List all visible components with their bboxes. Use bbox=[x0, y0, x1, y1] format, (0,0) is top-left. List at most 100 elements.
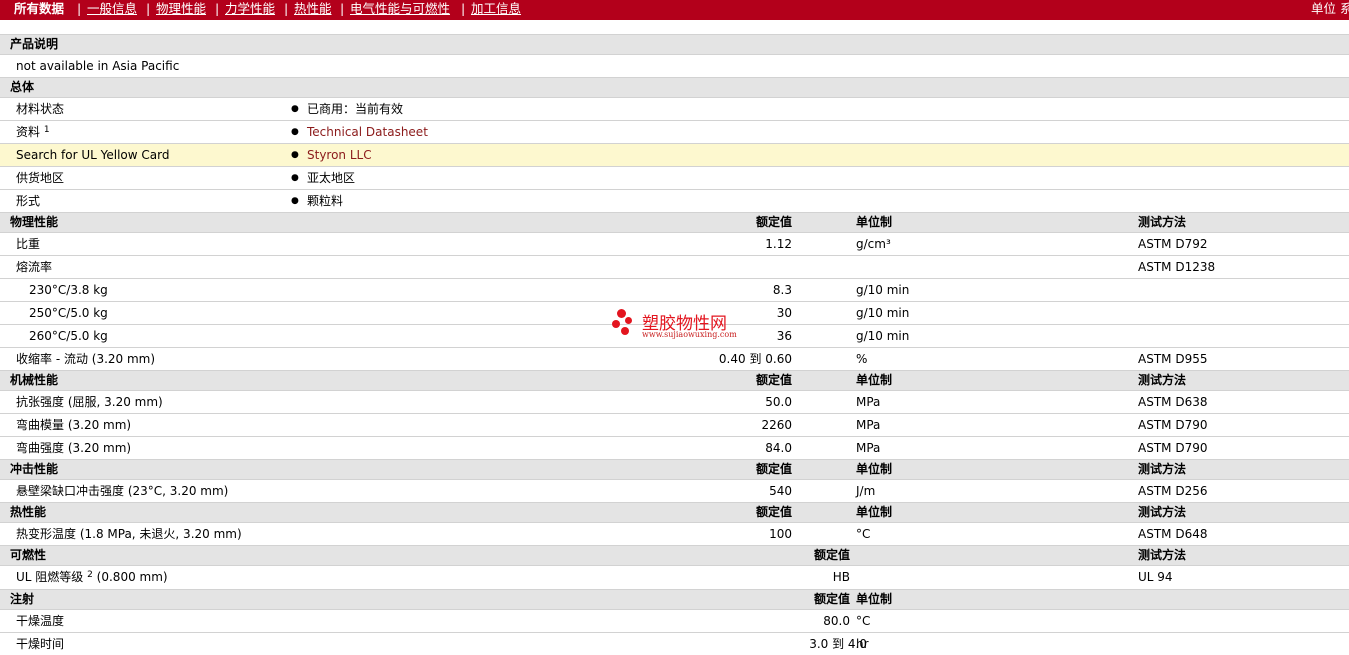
header-nominal: 额定值 bbox=[755, 505, 792, 519]
section-title: 可燃性 bbox=[10, 548, 47, 562]
logo-dot-icon bbox=[621, 327, 629, 335]
test-method: ASTM D638 bbox=[1138, 395, 1208, 409]
property-row: 悬壁梁缺口冲击强度 (23°C, 3.20 mm) 540 J/m ASTM D… bbox=[0, 479, 1349, 502]
property-row: 比重 1.12 g/cm³ ASTM D792 bbox=[0, 232, 1349, 255]
header-unit-system: 单位制 bbox=[856, 215, 893, 229]
tab-processing[interactable]: 加工信息 bbox=[471, 1, 521, 17]
tab-all-data[interactable]: 所有数据 bbox=[14, 1, 64, 17]
bullet-icon: ● bbox=[291, 196, 299, 206]
header-nominal: 额定值 bbox=[755, 462, 792, 476]
test-method: ASTM D790 bbox=[1138, 418, 1208, 432]
property-value: 30 bbox=[776, 306, 792, 320]
section-title: 热性能 bbox=[10, 505, 47, 519]
section-title: 机械性能 bbox=[10, 373, 59, 387]
property-label-text: UL 阻燃等级 bbox=[16, 570, 84, 584]
test-method: ASTM D1238 bbox=[1138, 260, 1216, 274]
test-method: ASTM D792 bbox=[1138, 237, 1208, 251]
general-row-highlighted: Search for UL Yellow Card ● Styron LLC bbox=[0, 143, 1349, 166]
tab-physical[interactable]: 物理性能 bbox=[156, 1, 206, 17]
property-value: 84.0 bbox=[765, 441, 792, 455]
property-unit: MPa bbox=[856, 395, 881, 409]
header-nominal: 额定值 bbox=[813, 592, 850, 606]
bullet-icon: ● bbox=[291, 150, 299, 160]
datasheet-table: 产品说明 not available in Asia Pacific 总体 材料… bbox=[0, 34, 1349, 655]
property-condition: 260°C/5.0 kg bbox=[29, 329, 108, 343]
property-condition: 230°C/3.8 kg bbox=[29, 283, 108, 297]
tab-separator: | bbox=[215, 1, 220, 16]
header-test-method: 测试方法 bbox=[1138, 215, 1187, 229]
footnote-marker: 1 bbox=[43, 125, 50, 135]
tab-mechanical[interactable]: 力学性能 bbox=[225, 1, 275, 17]
header-unit-system: 单位制 bbox=[856, 462, 893, 476]
footnote-marker: 2 bbox=[87, 570, 93, 580]
property-label: 供货地区 bbox=[16, 171, 65, 185]
property-label: 形式 bbox=[16, 194, 41, 208]
header-nominal: 额定值 bbox=[755, 373, 792, 387]
property-unit: °C bbox=[856, 614, 871, 628]
section-header-product-description: 产品说明 bbox=[0, 34, 1349, 54]
header-unit-system: 单位制 bbox=[856, 373, 893, 387]
property-row: 热变形温度 (1.8 MPa, 未退火, 3.20 mm) 100 °C AST… bbox=[0, 522, 1349, 545]
property-unit: % bbox=[856, 352, 868, 366]
property-label: 弯曲强度 (3.20 mm) bbox=[16, 441, 132, 455]
tab-separator: | bbox=[461, 1, 466, 16]
tab-separator: | bbox=[77, 1, 82, 16]
property-condition: (0.800 mm) bbox=[92, 570, 168, 584]
property-value: 颗粒料 bbox=[307, 194, 344, 208]
property-row: 熔流率 ASTM D1238 bbox=[0, 255, 1349, 278]
tab-general-info[interactable]: 一般信息 bbox=[87, 1, 137, 17]
property-value: HB bbox=[832, 570, 850, 584]
property-unit: g/10 min bbox=[856, 283, 910, 297]
tab-separator: | bbox=[284, 1, 289, 16]
section-header-physical: 物理性能 额定值 单位制 测试方法 bbox=[0, 212, 1349, 232]
property-label: 热变形温度 (1.8 MPa, 未退火, 3.20 mm) bbox=[16, 527, 242, 541]
property-label: 悬壁梁缺口冲击强度 (23°C, 3.20 mm) bbox=[16, 484, 229, 498]
ul-yellow-card-search-link[interactable]: Search for UL Yellow Card bbox=[16, 144, 169, 166]
test-method: ASTM D790 bbox=[1138, 441, 1208, 455]
header-nominal: 额定值 bbox=[813, 548, 850, 562]
property-subrow: 230°C/3.8 kg 8.3 g/10 min bbox=[0, 278, 1349, 301]
property-value: 2260 bbox=[761, 418, 792, 432]
section-header-injection: 注射 额定值 单位制 bbox=[0, 589, 1349, 609]
property-value: 540 bbox=[769, 484, 792, 498]
supplier-link[interactable]: Styron LLC bbox=[307, 144, 372, 166]
tab-thermal[interactable]: 热性能 bbox=[294, 1, 332, 17]
section-title: 总体 bbox=[10, 80, 35, 94]
logo-dot-icon bbox=[625, 317, 632, 324]
section-header-thermal: 热性能 额定值 单位制 测试方法 bbox=[0, 502, 1349, 522]
logo-dot-icon bbox=[617, 309, 626, 318]
property-row: 弯曲强度 (3.20 mm) 84.0 MPa ASTM D790 bbox=[0, 436, 1349, 459]
technical-datasheet-link[interactable]: Technical Datasheet bbox=[307, 121, 428, 143]
test-method: ASTM D256 bbox=[1138, 484, 1208, 498]
header-nominal: 额定值 bbox=[755, 215, 792, 229]
general-row: 形式 ● 颗粒料 bbox=[0, 189, 1349, 212]
tab-separator: | bbox=[146, 1, 151, 16]
property-unit: °C bbox=[856, 527, 871, 541]
general-row: 资料 1 ● Technical Datasheet bbox=[0, 120, 1349, 143]
property-label: 比重 bbox=[16, 237, 41, 251]
property-unit: MPa bbox=[856, 418, 881, 432]
property-label: 资料 1 bbox=[16, 121, 50, 145]
property-value: 100 bbox=[769, 527, 792, 541]
property-row: UL 阻燃等级 2 (0.800 mm) HB UL 94 bbox=[0, 565, 1349, 589]
property-label: 干燥温度 bbox=[16, 614, 65, 628]
header-test-method: 测试方法 bbox=[1138, 548, 1187, 562]
bullet-icon: ● bbox=[291, 173, 299, 183]
property-value: 80.0 bbox=[823, 614, 850, 628]
property-value: 0.40 到 0.60 bbox=[718, 352, 792, 366]
watermark-logo: 塑胶物性网 www.sujiaowuxing.com bbox=[612, 308, 742, 344]
tab-electrical-flammability[interactable]: 电气性能与可燃性 bbox=[350, 1, 450, 17]
bullet-icon: ● bbox=[291, 104, 299, 114]
property-row: 抗张强度 (屈服, 3.20 mm) 50.0 MPa ASTM D638 bbox=[0, 390, 1349, 413]
section-header-flammability: 可燃性 额定值 测试方法 bbox=[0, 545, 1349, 565]
section-header-impact: 冲击性能 额定值 单位制 测试方法 bbox=[0, 459, 1349, 479]
spacer-band bbox=[0, 20, 1349, 34]
top-nav-bar: 所有数据 | 一般信息 | 物理性能 | 力学性能 | 热性能 | 电气性能与可… bbox=[0, 0, 1349, 20]
property-label: 熔流率 bbox=[16, 260, 53, 274]
section-title: 物理性能 bbox=[10, 215, 59, 229]
property-value: 亚太地区 bbox=[307, 171, 356, 185]
header-test-method: 测试方法 bbox=[1138, 462, 1187, 476]
unit-system-selector[interactable]: 单位 系 bbox=[1311, 1, 1349, 17]
property-label: UL 阻燃等级 2 (0.800 mm) bbox=[16, 566, 168, 590]
property-label: 弯曲模量 (3.20 mm) bbox=[16, 418, 132, 432]
